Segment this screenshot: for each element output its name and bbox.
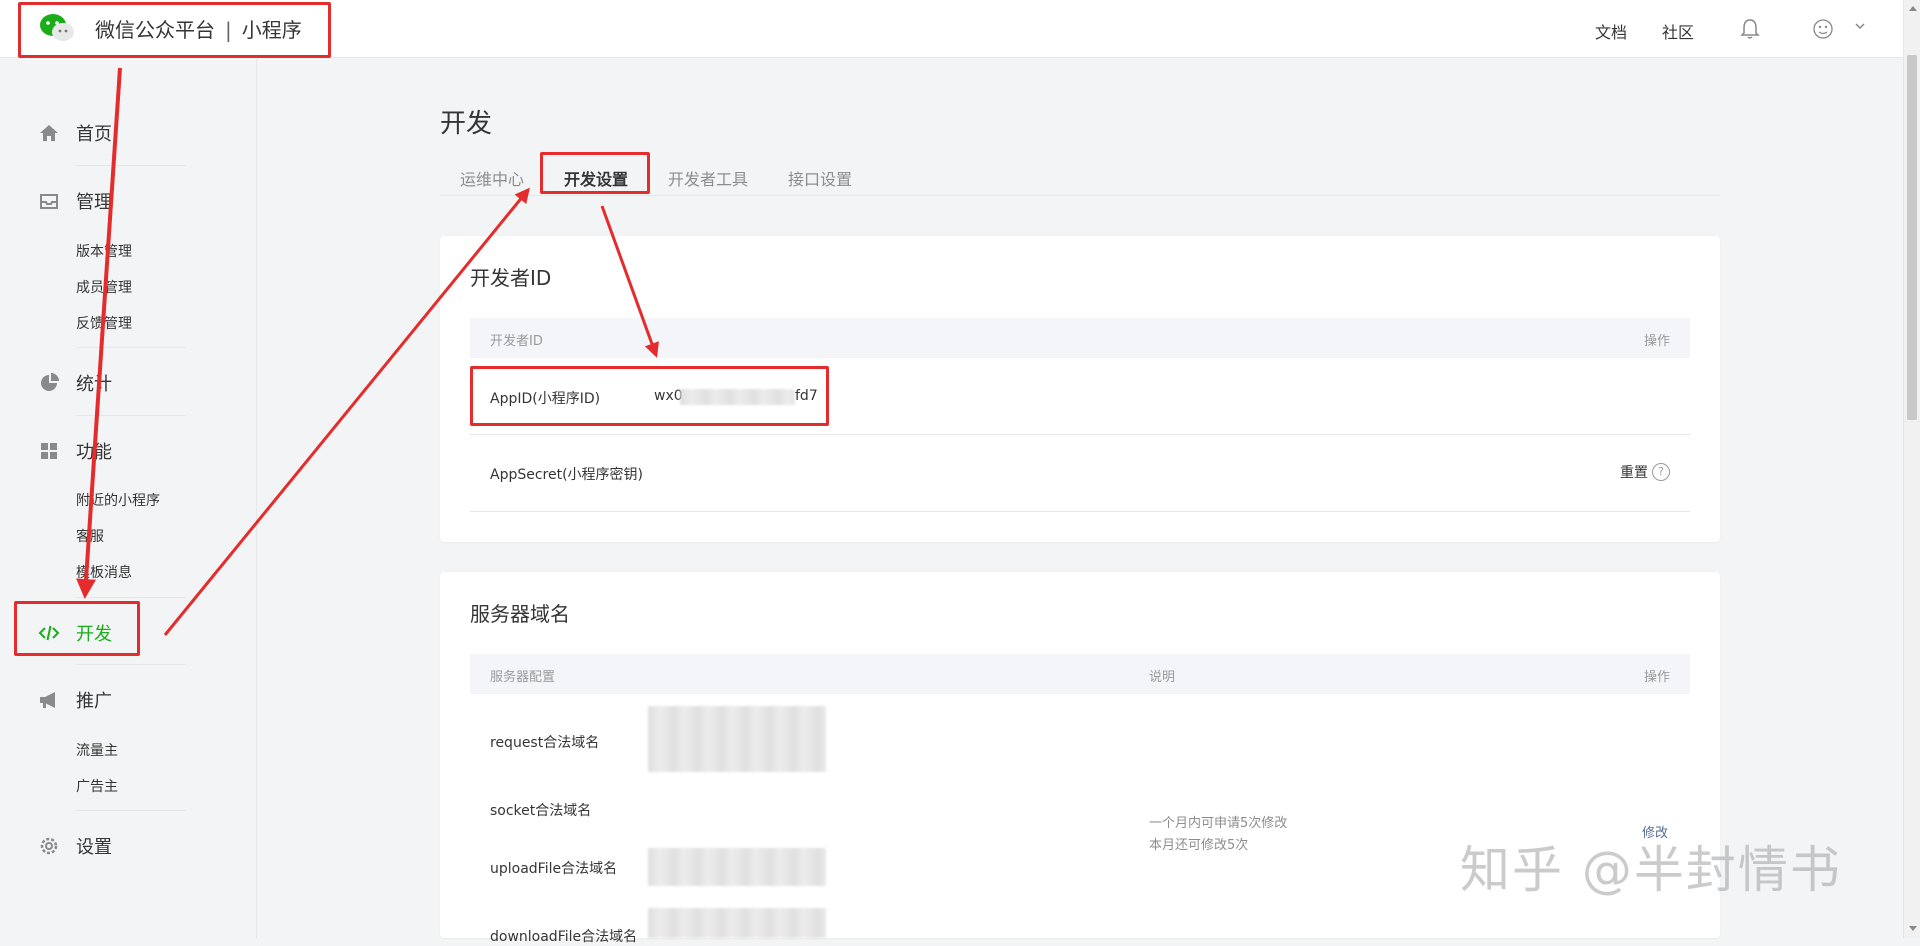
domain-label-upload: uploadFile合法域名: [490, 861, 618, 877]
sidebar-item-label: 推广: [76, 691, 112, 712]
home-icon: [40, 125, 58, 141]
sidebar-item-template[interactable]: 模板消息: [76, 562, 132, 582]
divider: [76, 415, 186, 416]
table-header: 服务器配置 说明 操作: [470, 654, 1690, 694]
chevron-down-icon[interactable]: [1854, 20, 1866, 32]
divider: [76, 165, 186, 166]
domain-label-socket: socket合法域名: [490, 803, 592, 819]
sidebar-item-features[interactable]: 功能: [38, 438, 112, 464]
megaphone-icon: [40, 692, 55, 708]
desc-line-2: 本月还可修改5次: [1149, 838, 1249, 853]
sidebar-item-label: 统计: [76, 374, 112, 395]
column-header-op: 操作: [1643, 670, 1670, 685]
sidebar-item-home[interactable]: 首页: [38, 120, 112, 146]
tab-api-settings[interactable]: 接口设置: [788, 166, 852, 190]
divider: [76, 347, 186, 348]
divider: [76, 664, 186, 665]
help-icon[interactable]: ?: [1652, 463, 1670, 481]
sidebar-item-advertiser[interactable]: 广告主: [76, 776, 118, 796]
sidebar-item-members[interactable]: 成员管理: [76, 277, 132, 297]
inbox-icon: [40, 194, 58, 209]
sidebar-item-settings[interactable]: 设置: [38, 833, 112, 859]
tab-dev-tools[interactable]: 开发者工具: [668, 166, 748, 190]
avatar[interactable]: [1812, 18, 1834, 40]
desc-line-1: 一个月内可申请5次修改: [1149, 816, 1288, 831]
column-header-id: 开发者ID: [490, 334, 543, 349]
table-row: AppSecret(小程序密钥) 重置?: [470, 434, 1690, 512]
annotation-box-dev: [14, 601, 140, 656]
sidebar-item-service[interactable]: 客服: [76, 526, 104, 546]
sidebar-item-nearby[interactable]: 附近的小程序: [76, 490, 160, 510]
docs-link[interactable]: 文档: [1595, 19, 1627, 43]
reset-action[interactable]: 重置?: [1620, 462, 1670, 482]
pie-chart-icon: [41, 373, 59, 391]
domain-label-request: request合法域名: [490, 735, 600, 751]
scroll-up-icon[interactable]: [1909, 6, 1917, 11]
scroll-down-icon[interactable]: [1909, 926, 1917, 931]
sidebar-item-manage[interactable]: 管理: [38, 188, 112, 214]
bell-icon[interactable]: [1740, 18, 1760, 40]
download-domain-redacted: [648, 908, 826, 938]
watermark: 知乎 @半封情书: [1460, 841, 1842, 899]
tab-ops[interactable]: 运维中心: [460, 166, 524, 190]
table-header: 开发者ID 操作: [470, 318, 1690, 358]
sidebar-item-stats[interactable]: 统计: [38, 370, 112, 396]
scroll-thumb[interactable]: [1907, 55, 1917, 420]
upload-domain-redacted: [648, 848, 826, 886]
grid-icon: [41, 443, 57, 459]
divider: [76, 810, 186, 811]
card-title: 服务器域名: [470, 602, 570, 626]
gear-icon: [40, 837, 58, 855]
sidebar-item-version[interactable]: 版本管理: [76, 241, 132, 261]
card-title: 开发者ID: [470, 266, 552, 290]
community-link[interactable]: 社区: [1662, 19, 1694, 43]
reset-link[interactable]: 重置: [1620, 462, 1648, 482]
annotation-box-appid: [470, 366, 829, 426]
column-header-config: 服务器配置: [490, 670, 556, 685]
scrollbar[interactable]: [1903, 0, 1920, 938]
annotation-box-tab: [540, 152, 650, 194]
divider: [76, 597, 186, 598]
page-title: 开发: [440, 109, 493, 139]
sidebar-item-publisher[interactable]: 流量主: [76, 740, 118, 760]
sidebar-item-feedback[interactable]: 反馈管理: [76, 313, 132, 333]
appsecret-label: AppSecret(小程序密钥): [490, 467, 644, 483]
column-header-desc: 说明: [1149, 670, 1176, 685]
domain-label-download: downloadFile合法域名: [490, 929, 638, 945]
request-domain-redacted: [648, 706, 826, 772]
annotation-box-brand: [18, 2, 331, 58]
sidebar-item-label: 管理: [76, 192, 112, 213]
sidebar-item-promo[interactable]: 推广: [38, 687, 112, 713]
sidebar-item-label: 设置: [76, 837, 112, 858]
column-header-op: 操作: [1643, 334, 1670, 349]
sidebar-item-label: 首页: [76, 124, 112, 145]
sidebar-item-label: 功能: [76, 442, 112, 463]
